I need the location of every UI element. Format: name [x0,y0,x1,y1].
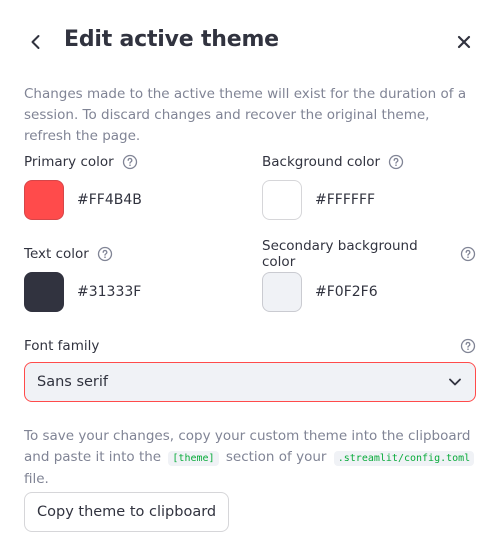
background-color-swatch[interactable] [262,180,302,220]
background-color-label: Background color [262,154,381,170]
theme-section-code: [theme] [168,451,219,466]
primary-color-swatch[interactable] [24,180,64,220]
help-circle-icon[interactable] [388,154,404,170]
copy-theme-button[interactable]: Copy theme to clipboard [24,492,230,532]
help-circle-icon[interactable] [97,246,113,262]
secondary-background-color-swatch[interactable] [262,272,302,312]
config-file-code: .streamlit/config.toml [333,451,475,466]
chevron-down-icon [447,374,463,390]
close-icon [457,35,471,49]
help-circle-icon[interactable] [460,338,476,354]
font-family-label: Font family [24,338,100,354]
help-circle-icon[interactable] [460,246,476,262]
dialog-title: Edit active theme [64,27,279,52]
chevron-left-icon [31,35,40,49]
save-instructions-part2: section of your [225,449,327,465]
edit-theme-dialog: Edit active theme Changes made to the ac… [0,0,500,556]
secondary-background-color-field: Secondary background color #F0F2F6 [262,238,476,312]
font-family-select[interactable]: Sans serif [24,362,476,402]
dialog-description: Changes made to the active theme will ex… [24,86,467,144]
text-color-field: Text color #31333F [24,244,238,312]
background-color-field: Background color #FFFFFF [262,152,476,220]
text-color-hex: #31333F [77,284,142,300]
primary-color-label: Primary color [24,154,114,170]
secondary-background-color-hex: #F0F2F6 [315,284,378,300]
secondary-background-color-label: Secondary background color [262,238,418,270]
text-color-label: Text color [24,246,89,262]
close-button[interactable] [452,30,476,54]
background-color-hex: #FFFFFF [315,192,376,208]
primary-color-hex: #FF4B4B [77,192,142,208]
font-family-selected-value: Sans serif [37,374,109,390]
save-instructions: To save your changes, copy your custom t… [24,426,480,490]
help-circle-icon[interactable] [122,154,138,170]
save-instructions-part3: file. [24,471,49,487]
back-button[interactable] [24,30,48,54]
primary-color-field: Primary color #FF4B4B [24,152,238,220]
text-color-swatch[interactable] [24,272,64,312]
